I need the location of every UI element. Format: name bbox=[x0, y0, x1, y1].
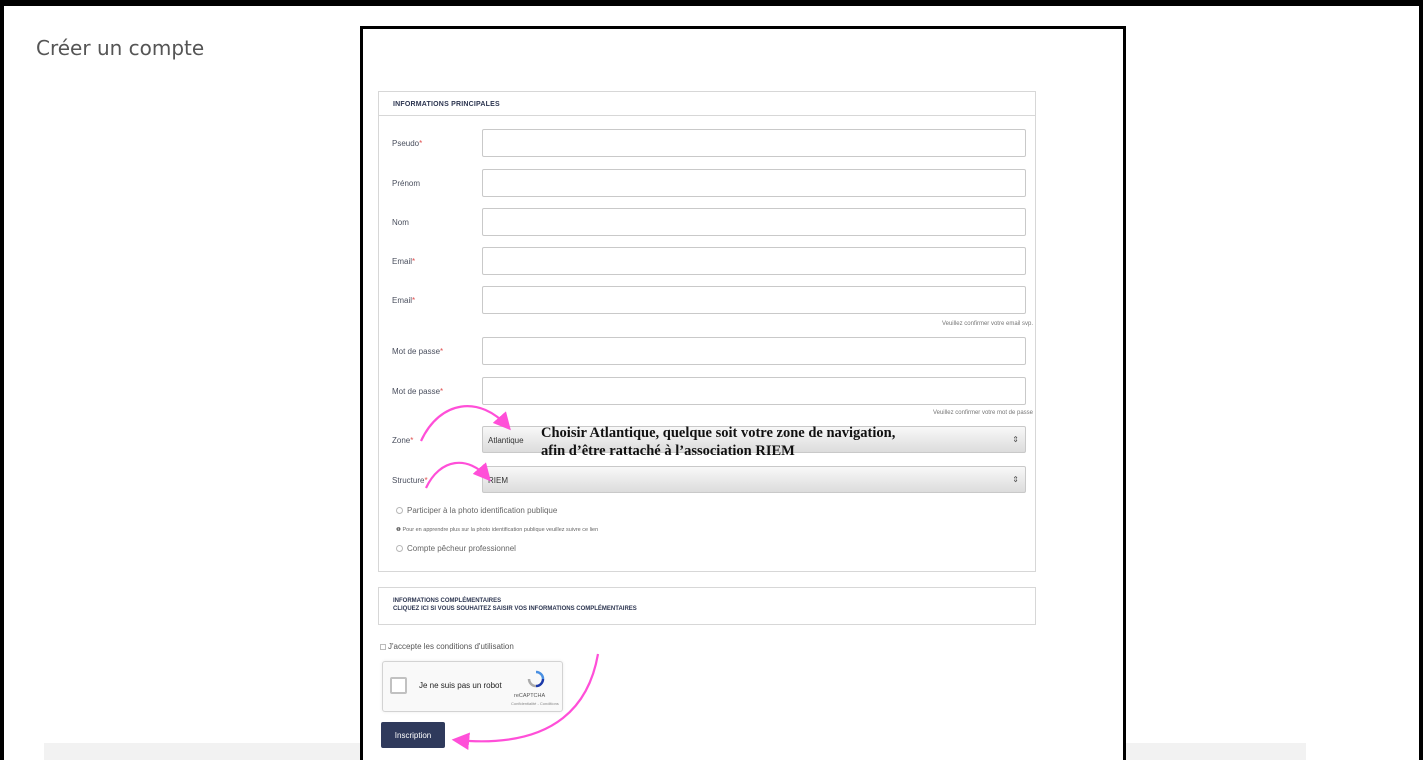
password-confirm-hint: Veuillez confirmer votre mot de passe bbox=[932, 410, 1033, 416]
recaptcha-brand: reCAPTCHA bbox=[514, 693, 546, 699]
pro-fisher-radio[interactable] bbox=[396, 545, 403, 552]
recaptcha-logo-icon bbox=[527, 670, 545, 688]
info-icon: ❶ bbox=[396, 527, 401, 533]
photo-identification-info-text[interactable]: Pour en apprendre plus sur la photo iden… bbox=[402, 527, 598, 533]
photo-identification-option[interactable]: Participer à la photo identification pub… bbox=[396, 506, 557, 515]
recaptcha-label: Je ne suis pas un robot bbox=[419, 681, 502, 690]
email-confirm-label: Email* bbox=[392, 296, 416, 305]
recaptcha-widget: Je ne suis pas un robot reCAPTCHA Confid… bbox=[382, 661, 563, 712]
main-info-header: INFORMATIONS PRINCIPALES bbox=[379, 92, 1035, 116]
structure-select[interactable]: RIEM ⇕ bbox=[482, 466, 1026, 493]
zone-label: Zone* bbox=[392, 436, 414, 445]
select-caret-icon: ⇕ bbox=[1012, 475, 1019, 484]
lastname-label: Nom bbox=[392, 218, 409, 227]
email-confirm-hint: Veuillez confirmer votre email svp. bbox=[941, 321, 1033, 327]
password-confirm-label: Mot de passe* bbox=[392, 387, 444, 396]
recaptcha-links[interactable]: Confidentialité - Conditions bbox=[511, 701, 559, 706]
page-title: Créer un compte bbox=[36, 36, 205, 60]
terms-label: J'accepte les conditions d'utilisation bbox=[388, 642, 514, 651]
select-caret-icon: ⇕ bbox=[1012, 435, 1019, 444]
photo-identification-label: Participer à la photo identification pub… bbox=[407, 506, 558, 515]
firstname-label: Prénom bbox=[392, 179, 421, 188]
annotation-line-2: afin d’être rattaché à l’association RIE… bbox=[541, 443, 795, 459]
password-input[interactable] bbox=[482, 337, 1026, 365]
structure-selected-value: RIEM bbox=[488, 476, 508, 485]
terms-option[interactable]: J'accepte les conditions d'utilisation bbox=[380, 642, 514, 651]
pro-fisher-option[interactable]: Compte pêcheur professionnel bbox=[396, 544, 516, 553]
structure-label: Structure* bbox=[392, 476, 428, 485]
lastname-input[interactable] bbox=[482, 208, 1026, 236]
photo-identification-info: ❶ Pour en apprendre plus sur la photo id… bbox=[396, 527, 598, 533]
pseudo-input[interactable] bbox=[482, 129, 1026, 157]
signup-button[interactable]: Inscription bbox=[381, 722, 445, 748]
email-confirm-input[interactable] bbox=[482, 286, 1026, 314]
terms-checkbox[interactable] bbox=[380, 643, 386, 650]
zone-selected-value: Atlantique bbox=[488, 436, 524, 445]
main-info-panel: INFORMATIONS PRINCIPALES bbox=[378, 91, 1036, 572]
photo-identification-radio[interactable] bbox=[396, 507, 403, 514]
password-confirm-input[interactable] bbox=[482, 377, 1026, 405]
extra-info-subtitle: CLIQUEZ ICI SI VOUS SOUHAITEZ SAISIR VOS… bbox=[393, 606, 637, 612]
extra-info-title: INFORMATIONS COMPLÉMENTAIRES bbox=[393, 598, 502, 604]
pseudo-label: Pseudo* bbox=[392, 139, 423, 148]
extra-info-panel[interactable]: INFORMATIONS COMPLÉMENTAIRES CLIQUEZ ICI… bbox=[378, 587, 1036, 625]
email-label: Email* bbox=[392, 257, 416, 266]
pro-fisher-label: Compte pêcheur professionnel bbox=[407, 544, 516, 553]
annotation-text: Choisir Atlantique, quelque soit votre z… bbox=[541, 424, 895, 460]
recaptcha-checkbox[interactable] bbox=[390, 677, 407, 694]
annotation-line-1: Choisir Atlantique, quelque soit votre z… bbox=[541, 425, 896, 441]
firstname-input[interactable] bbox=[482, 169, 1026, 197]
email-input[interactable] bbox=[482, 247, 1026, 275]
password-label: Mot de passe* bbox=[392, 347, 444, 356]
